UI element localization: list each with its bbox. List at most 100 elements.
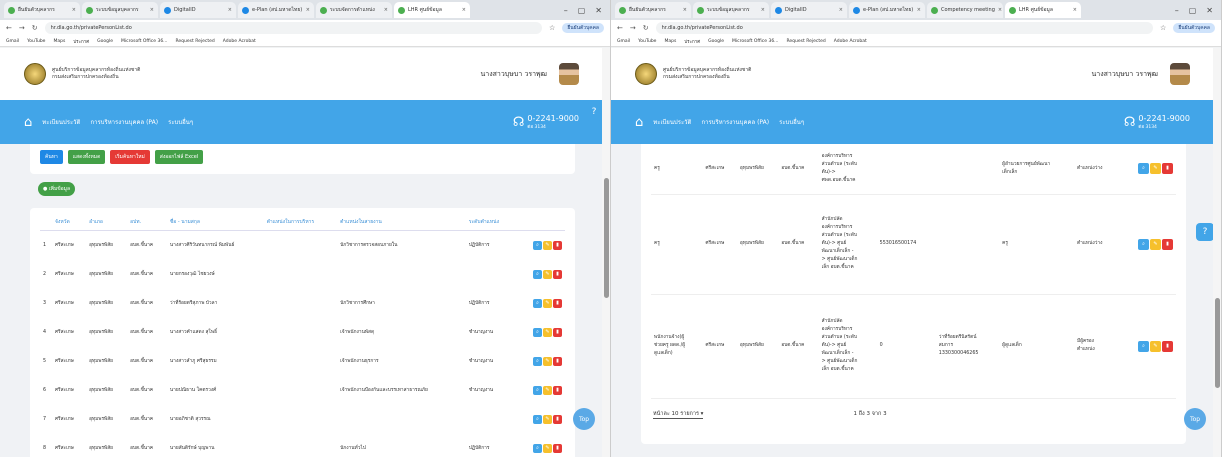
bookmark-item[interactable]: Google [708,39,724,44]
export-excel-button[interactable]: ส่งออกไฟล์ Excel [154,150,204,164]
star-icon[interactable]: ☆ [549,24,555,32]
bookmark-item[interactable]: Gmail [6,39,19,44]
star-icon[interactable]: ☆ [1160,24,1166,32]
minimize-icon[interactable]: – [564,6,568,15]
view-icon[interactable]: ⌕ [1138,163,1149,175]
nav-item-pa[interactable]: การบริหารงานบุคคล (PA) [701,117,769,127]
browser-tab[interactable]: ระบบข้อมูลบุคลากร × [82,2,158,18]
browser-tab[interactable]: ระบบข้อมูลบุคลากร × [693,2,769,18]
add-record-button[interactable]: ● เพิ่มข้อมูล [38,182,76,196]
delete-icon[interactable]: ▮ [1162,238,1173,250]
bookmark-item[interactable]: ประกาศ [73,38,89,45]
col-header[interactable]: อปท. [127,214,167,231]
bookmark-item[interactable]: YouTube [638,39,656,44]
edit-icon[interactable]: ✎ [543,269,552,279]
edit-icon[interactable]: ✎ [1150,238,1161,250]
browser-tab-active[interactable]: LHR ศูนย์ข้อมูล × [1005,2,1081,18]
view-icon[interactable]: ⌕ [1138,238,1149,250]
nav-item-profile[interactable]: ทะเบียนประวัติ [42,117,80,127]
edit-icon[interactable]: ✎ [543,356,552,366]
scrollbar-thumb[interactable] [604,178,609,298]
view-icon[interactable]: ⌕ [533,298,542,308]
edit-icon[interactable]: ✎ [543,327,552,337]
delete-icon[interactable]: ▮ [553,356,562,366]
nav-item-other[interactable]: ระบบอื่นๆ [779,117,804,127]
bookmark-item[interactable]: Gmail [617,39,630,44]
back-icon[interactable]: ← [617,24,623,32]
scroll-top-button[interactable]: Top [573,408,595,430]
bookmark-item[interactable]: YouTube [27,39,45,44]
bookmark-item[interactable]: ประกาศ [684,38,700,45]
back-icon[interactable]: ← [6,24,12,32]
delete-icon[interactable]: ▮ [553,443,562,453]
browser-tab[interactable]: e-Plan (สป.มหาดไทย) × [238,2,314,18]
close-icon[interactable]: × [306,7,310,13]
col-header[interactable]: จังหวัด [52,214,87,231]
reload-icon[interactable]: ↻ [643,24,649,32]
close-icon[interactable]: × [462,7,466,13]
bookmark-item[interactable]: Adobe Acrobat [834,39,867,44]
close-icon[interactable]: × [1073,7,1077,13]
col-header[interactable]: ระดับตำแหน่ง [465,214,516,231]
close-icon[interactable]: × [839,7,843,13]
edit-icon[interactable]: ✎ [543,298,552,308]
maximize-icon[interactable]: ▢ [1189,6,1197,15]
close-icon[interactable]: × [683,7,687,13]
browser-tab[interactable]: ยืนยันตัวบุคลากร × [4,2,80,18]
bookmark-item[interactable]: Maps [664,39,676,44]
scroll-top-button[interactable]: Top [1184,408,1206,430]
delete-icon[interactable]: ▮ [553,269,562,279]
col-header[interactable]: อำเภอ [86,214,128,231]
page-size-select[interactable]: หน้าละ 10 รายการ ▾ [653,410,704,419]
bookmark-item[interactable]: Microsoft Office 36... [121,39,168,44]
search-button[interactable]: ค้นหา [40,150,63,164]
home-icon[interactable]: ⌂ [24,115,32,130]
view-icon[interactable]: ⌕ [533,356,542,366]
edit-icon[interactable]: ✎ [543,385,552,395]
close-icon[interactable]: × [384,7,388,13]
reset-button[interactable]: เริ่มค้นหาใหม่ [110,150,150,164]
delete-icon[interactable]: ▮ [553,385,562,395]
view-icon[interactable]: ⌕ [533,240,542,250]
browser-tab-active[interactable]: LHR ศูนย์ข้อมูล × [394,2,470,18]
nav-item-other[interactable]: ระบบอื่นๆ [168,117,193,127]
edit-icon[interactable]: ✎ [1150,163,1161,175]
edit-icon[interactable]: ✎ [543,443,552,453]
delete-icon[interactable]: ▮ [1162,163,1173,175]
col-header[interactable]: ชื่อ - นามสกุล [166,214,264,231]
browser-tab[interactable]: Competency meeting × [927,2,1003,18]
avatar[interactable] [559,63,579,85]
help-button[interactable]: ? [585,103,603,121]
browser-tab[interactable]: DigitalID × [160,2,236,18]
delete-icon[interactable]: ▮ [553,240,562,250]
bookmark-item[interactable]: Adobe Acrobat [223,39,256,44]
scrollbar[interactable] [1213,48,1221,457]
url-field[interactable]: hr.dla.go.th/privatePersonList.do [655,22,1154,34]
view-icon[interactable]: ⌕ [1138,340,1149,352]
forward-icon[interactable]: → [19,24,25,32]
bookmark-item[interactable]: Request Rejected [175,39,214,44]
delete-icon[interactable]: ▮ [1162,340,1173,352]
edit-icon[interactable]: ✎ [1150,340,1161,352]
col-header[interactable]: ตำแหน่งในการบริหาร [263,214,338,231]
view-icon[interactable]: ⌕ [533,414,542,424]
profile-button[interactable]: ยืนยันตัวบุคคล [1173,23,1215,33]
user-name[interactable]: นางสาวบุษบา วราพุฒ [1092,69,1158,80]
edit-icon[interactable]: ✎ [543,414,552,424]
browser-tab[interactable]: e-Plan (สป.มหาดไทย) × [849,2,925,18]
close-icon[interactable]: × [761,7,765,13]
forward-icon[interactable]: → [630,24,636,32]
scrollbar[interactable] [602,48,610,457]
close-icon[interactable]: × [72,7,76,13]
close-icon[interactable]: × [917,7,921,13]
delete-icon[interactable]: ▮ [553,414,562,424]
url-field[interactable]: hr.dla.go.th/privatePersonList.do [44,22,543,34]
bookmark-item[interactable]: Google [97,39,113,44]
view-icon[interactable]: ⌕ [533,269,542,279]
minimize-icon[interactable]: – [1175,6,1179,15]
view-icon[interactable]: ⌕ [533,385,542,395]
profile-button[interactable]: ยืนยันตัวบุคคล [562,23,604,33]
user-name[interactable]: นางสาวบุษบา วราพุฒ [481,69,547,80]
scrollbar-thumb[interactable] [1215,298,1220,388]
nav-item-pa[interactable]: การบริหารงานบุคคล (PA) [90,117,158,127]
